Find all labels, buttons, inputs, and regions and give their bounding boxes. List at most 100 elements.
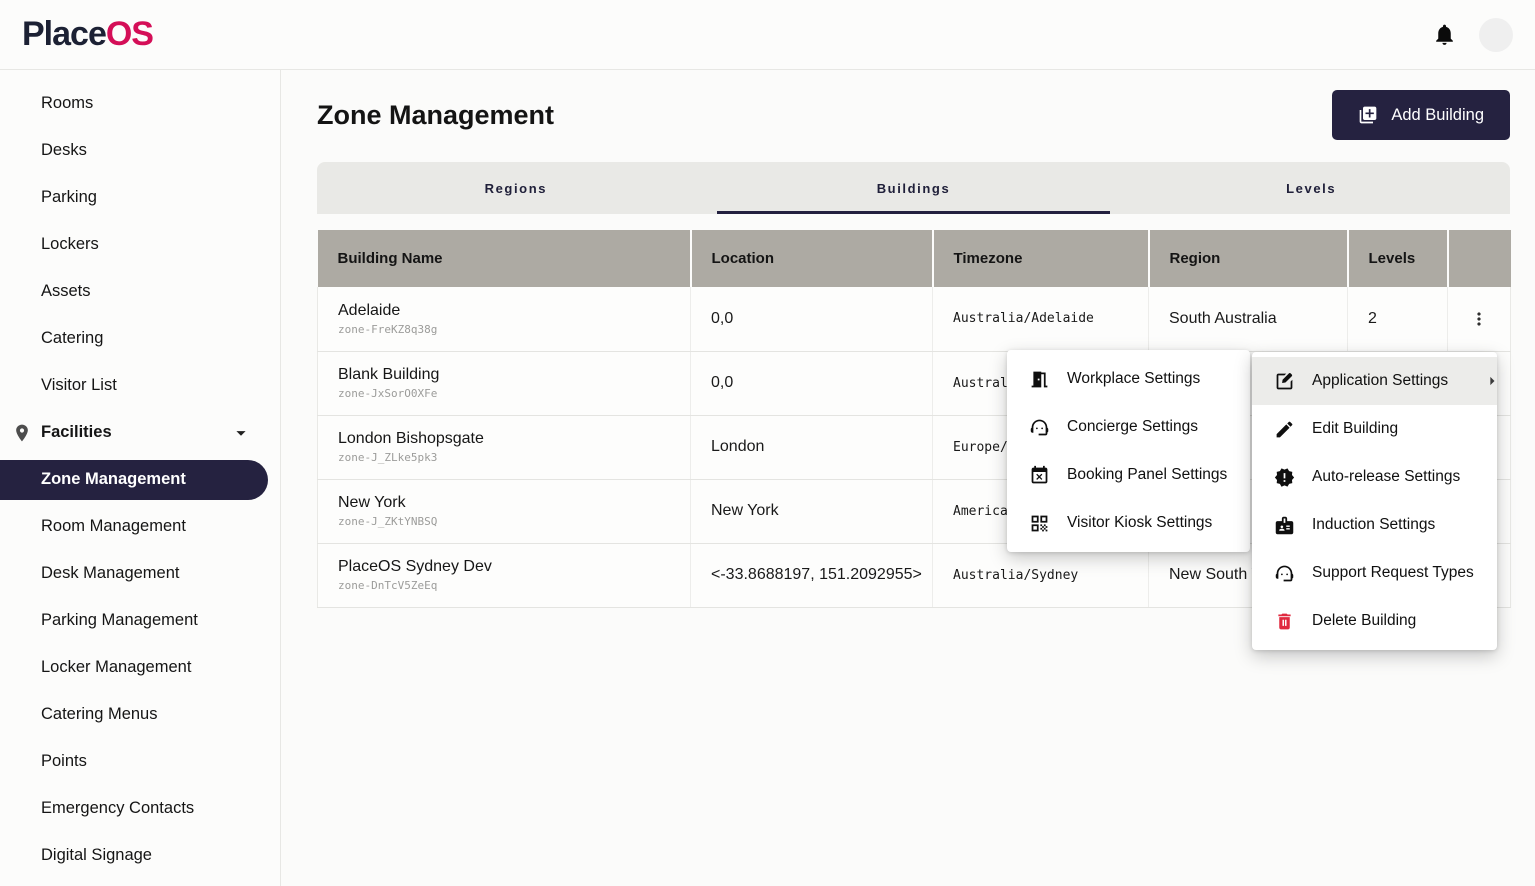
building-name: Adelaide — [338, 302, 690, 320]
tab-regions[interactable]: Regions — [317, 162, 715, 214]
top-bar: PlaceOS — [0, 0, 1535, 70]
headset-icon — [1274, 563, 1295, 584]
menu-item-edit-building[interactable]: Edit Building — [1252, 405, 1497, 453]
building-zone-id: zone-DnTcV5ZeEq — [338, 579, 690, 592]
column-location: Location — [691, 230, 933, 287]
column-timezone: Timezone — [933, 230, 1149, 287]
menu-item-label: Delete Building — [1312, 612, 1416, 630]
sidebar-item-digital-signage[interactable]: Digital Signage — [0, 832, 280, 879]
building-location: New York — [691, 479, 933, 543]
building-name: Blank Building — [338, 366, 690, 384]
building-timezone: Australia/Sydney — [933, 543, 1149, 607]
sidebar-item-label: Visitor List — [41, 376, 117, 395]
menu-item-label: Support Request Types — [1312, 564, 1474, 582]
sidebar-item-assets[interactable]: Assets — [0, 268, 280, 315]
menu-item-auto-release-settings[interactable]: Auto-release Settings — [1252, 453, 1497, 501]
sidebar-item-desk-management[interactable]: Desk Management — [0, 550, 280, 597]
building-location: London — [691, 415, 933, 479]
add-building-label: Add Building — [1391, 106, 1484, 125]
sidebar-item-label: Catering — [41, 329, 103, 348]
menu-item-booking-panel-settings[interactable]: Booking Panel Settings — [1007, 451, 1250, 499]
menu-item-visitor-kiosk-settings[interactable]: Visitor Kiosk Settings — [1007, 499, 1250, 547]
sidebar-item-label: Lockers — [41, 235, 99, 254]
building-name: London Bishopsgate — [338, 430, 690, 448]
qr-code-icon — [1029, 513, 1050, 534]
building-timezone: Australia/Adelaide — [933, 287, 1149, 351]
placeos-logo: PlaceOS — [22, 15, 153, 54]
building-zone-id: zone-FreKZ8q38g — [338, 323, 690, 336]
tab-levels[interactable]: Levels — [1112, 162, 1510, 214]
sidebar-item-desks[interactable]: Desks — [0, 127, 280, 174]
sidebar-item-label: Facilities — [41, 423, 112, 442]
sidebar-item-label: Room Management — [41, 517, 186, 536]
sidebar-item-catering[interactable]: Catering — [0, 315, 280, 362]
sidebar-item-label: Parking — [41, 188, 97, 207]
tab-buildings[interactable]: Buildings — [715, 162, 1113, 214]
menu-item-delete-building[interactable]: Delete Building — [1252, 597, 1497, 645]
sidebar-item-label: Emergency Contacts — [41, 799, 194, 818]
id-badge-icon — [1274, 515, 1295, 536]
submenu-arrow-icon — [1482, 371, 1502, 391]
sidebar-item-label: Assets — [41, 282, 91, 301]
menu-item-workplace-settings[interactable]: Workplace Settings — [1007, 355, 1250, 403]
sidebar-item-label: Catering Menus — [41, 705, 157, 724]
menu-item-support-request-types[interactable]: Support Request Types — [1252, 549, 1497, 597]
building-context-menu: Application Settings Edit Building Auto-… — [1252, 352, 1497, 650]
table-header-row: Building Name Location Timezone Region L… — [318, 230, 1511, 287]
menu-item-label: Edit Building — [1312, 420, 1398, 438]
kebab-icon — [1469, 309, 1489, 329]
sidebar-item-visitor-list[interactable]: Visitor List — [0, 362, 280, 409]
bell-icon — [1432, 22, 1457, 47]
table-row[interactable]: Adelaide zone-FreKZ8q38g 0,0 Australia/A… — [318, 287, 1511, 351]
building-region: South Australia — [1149, 287, 1348, 351]
building-location: 0,0 — [691, 287, 933, 351]
building-name: New York — [338, 494, 690, 512]
building-location: <-33.8688197, 151.2092955> — [691, 543, 933, 607]
sidebar-item-label: Desks — [41, 141, 87, 160]
page-header: Zone Management Add Building — [317, 90, 1510, 140]
column-building-name: Building Name — [318, 230, 691, 287]
sidebar-item-lockers[interactable]: Lockers — [0, 221, 280, 268]
sidebar-item-label: Zone Management — [41, 470, 186, 489]
edit-square-icon — [1274, 371, 1295, 392]
add-building-button[interactable]: Add Building — [1332, 90, 1510, 140]
sidebar-item-zone-management[interactable]: Zone Management — [0, 460, 268, 500]
sidebar-item-points[interactable]: Points — [0, 738, 280, 785]
menu-item-concierge-settings[interactable]: Concierge Settings — [1007, 403, 1250, 451]
notifications-button[interactable] — [1432, 22, 1457, 47]
menu-item-application-settings[interactable]: Application Settings — [1252, 357, 1497, 405]
menu-item-label: Concierge Settings — [1067, 418, 1198, 436]
menu-item-label: Visitor Kiosk Settings — [1067, 514, 1212, 532]
sidebar-item-label: Locker Management — [41, 658, 191, 677]
user-avatar[interactable] — [1479, 18, 1513, 52]
building-zone-id: zone-J_ZKtYNBSQ — [338, 515, 690, 528]
building-location: 0,0 — [691, 351, 933, 415]
menu-item-label: Auto-release Settings — [1312, 468, 1460, 486]
column-region: Region — [1149, 230, 1348, 287]
row-actions-button[interactable] — [1463, 303, 1495, 335]
sidebar-group-facilities[interactable]: Facilities — [0, 409, 280, 456]
calendar-busy-icon — [1029, 465, 1050, 486]
door-icon — [1029, 369, 1050, 390]
sidebar-item-catering-menus[interactable]: Catering Menus — [0, 691, 280, 738]
logo-text-os: OS — [106, 15, 153, 54]
building-name: PlaceOS Sydney Dev — [338, 558, 690, 576]
menu-item-label: Application Settings — [1312, 372, 1448, 390]
pencil-icon — [1274, 419, 1295, 440]
column-levels: Levels — [1348, 230, 1448, 287]
sidebar-item-rooms[interactable]: Rooms — [0, 80, 280, 127]
topbar-actions — [1432, 18, 1513, 52]
tab-bar: Regions Buildings Levels — [317, 162, 1510, 214]
sidebar-item-label: Digital Signage — [41, 846, 152, 865]
building-zone-id: zone-JxSorO0XFe — [338, 387, 690, 400]
sidebar-item-locker-management[interactable]: Locker Management — [0, 644, 280, 691]
building-zone-id: zone-J_ZLke5pk3 — [338, 451, 690, 464]
page-title: Zone Management — [317, 100, 554, 131]
sidebar-item-room-management[interactable]: Room Management — [0, 503, 280, 550]
sidebar-item-parking-management[interactable]: Parking Management — [0, 597, 280, 644]
sidebar-item-parking[interactable]: Parking — [0, 174, 280, 221]
headset-icon — [1029, 417, 1050, 438]
menu-item-induction-settings[interactable]: Induction Settings — [1252, 501, 1497, 549]
column-actions — [1448, 230, 1511, 287]
sidebar-item-emergency-contacts[interactable]: Emergency Contacts — [0, 785, 280, 832]
